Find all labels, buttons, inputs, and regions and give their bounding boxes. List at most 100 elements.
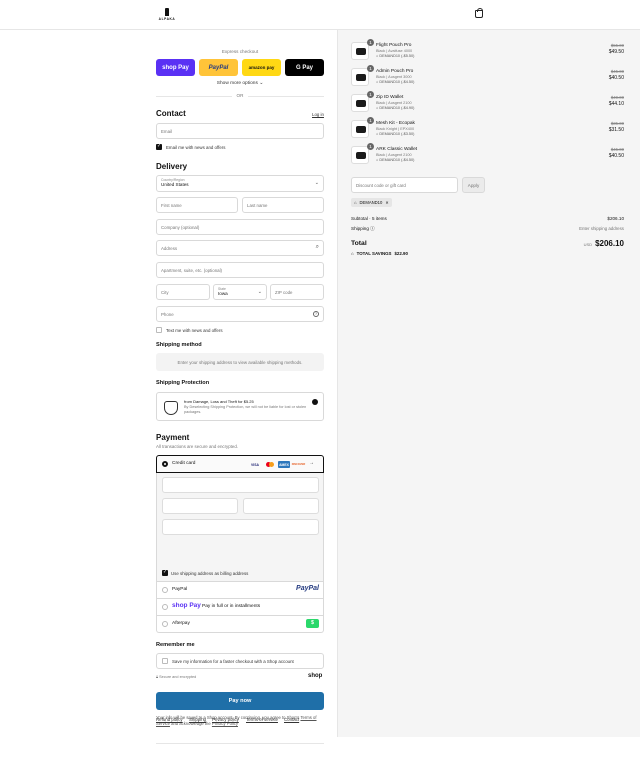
- secure-note: 🔒︎ Secure and encrypted: [156, 675, 196, 679]
- zip-field[interactable]: ZIP code: [270, 284, 324, 300]
- footer-divider: [156, 743, 324, 744]
- shop-pay-option[interactable]: shop Pay Pay in full or in installments: [156, 599, 324, 616]
- product-original-price: $35.00: [610, 121, 624, 126]
- protection-toggle[interactable]: [312, 399, 318, 405]
- shop-pay-button[interactable]: shop Pay: [156, 59, 195, 76]
- amazon-pay-button[interactable]: amazon pay: [242, 59, 281, 76]
- phone-field[interactable]: Phone ?: [156, 306, 324, 322]
- show-more-options[interactable]: Show more options ⌄: [156, 81, 324, 86]
- discount-field[interactable]: Discount code or gift card: [351, 177, 458, 193]
- product-name: Mesh Kit - Ecopak: [376, 121, 415, 126]
- product-discount-text: DEMAND10 (-$3.50): [379, 132, 415, 136]
- currency-code: USD: [583, 242, 593, 247]
- protection-line1: from Damage, Loss and Theft for $5.25: [184, 399, 254, 404]
- paypal-option[interactable]: PayPal PayPal: [156, 582, 324, 599]
- remember-title: Remember me: [156, 642, 195, 648]
- product-image: [356, 100, 366, 107]
- email-field[interactable]: Email: [156, 123, 324, 139]
- remember-checkbox[interactable]: [162, 658, 168, 664]
- product-price: $40.50: [608, 75, 624, 81]
- apartment-field[interactable]: Apartment, suite, etc. (optional): [156, 262, 324, 278]
- text-news-checkbox[interactable]: [156, 327, 162, 333]
- country-value: United States: [161, 182, 189, 187]
- afterpay-option[interactable]: Afterpay $: [156, 616, 324, 633]
- shipping-protection-title: Shipping Protection: [156, 380, 210, 386]
- product-discount: ⌂ DEMAND10 (-$4.50): [376, 80, 414, 84]
- shipping-label: Shipping: [351, 226, 369, 231]
- product-original-price: $45.00: [610, 147, 624, 152]
- close-icon[interactable]: ✕: [385, 200, 389, 205]
- discount-chip: ⌂ DEMAND10 ✕: [351, 198, 392, 207]
- city-field[interactable]: City: [156, 284, 210, 300]
- product-thumbnail: [351, 146, 369, 164]
- chevron-down-icon: ⌄: [257, 289, 262, 295]
- last-name-field[interactable]: Last name: [242, 197, 324, 213]
- shop-pay-text: Pay in full or in installments: [202, 604, 261, 609]
- product-discount: ⌂ DEMAND10 (-$3.50): [376, 132, 414, 136]
- pay-now-button[interactable]: Pay now: [156, 692, 324, 710]
- login-link[interactable]: Log in: [312, 112, 324, 117]
- google-pay-button[interactable]: G Pay: [285, 59, 324, 76]
- total-label: Total: [351, 240, 367, 247]
- country-select[interactable]: Country/Region United States ⌄: [156, 175, 324, 192]
- shipping-protection-box[interactable]: from Damage, Loss and Theft for $5.25 By…: [156, 392, 324, 421]
- discover-icon: DISCOVER: [292, 461, 306, 468]
- paypal-radio[interactable]: [162, 587, 168, 593]
- show-more-label: Show more options: [216, 81, 258, 86]
- zip-placeholder: ZIP code: [275, 289, 293, 295]
- first-name-placeholder: First name: [161, 202, 182, 208]
- credit-card-radio[interactable]: [162, 461, 168, 467]
- product-price: $44.10: [608, 101, 624, 107]
- email-placeholder: Email: [161, 128, 172, 134]
- paypal-button[interactable]: PayPal: [199, 59, 238, 76]
- product-original-price: $55.00: [610, 43, 624, 48]
- email-news-checkbox[interactable]: [156, 143, 162, 150]
- shipping-link[interactable]: Shipping: [189, 717, 206, 722]
- product-image: [356, 126, 366, 133]
- product-name: Zip ID Wallet: [376, 95, 404, 100]
- expiry-field[interactable]: [162, 498, 238, 514]
- product-variant: Black | Avalfuse 4000: [376, 49, 413, 53]
- shipping-method-title: Shipping method: [156, 342, 202, 348]
- remember-box[interactable]: Save my information for a faster checkou…: [156, 653, 324, 669]
- text-news-label: Text me with news and offers: [166, 328, 223, 333]
- address-placeholder: Address: [161, 245, 178, 251]
- product-original-price: $49.00: [610, 95, 624, 100]
- refund-policy-link[interactable]: Refund policy: [156, 717, 183, 722]
- name-on-card-field[interactable]: [162, 519, 319, 535]
- help-icon[interactable]: ?: [313, 311, 319, 317]
- quantity-badge: 1: [367, 65, 374, 72]
- afterpay-radio[interactable]: [162, 621, 168, 627]
- product-variant: Black | Ausgent 2100: [376, 153, 412, 157]
- lock-icon: 🔒︎: [156, 675, 159, 679]
- tag-icon: ⌂: [354, 200, 357, 205]
- shopping-bag-icon[interactable]: [475, 8, 483, 18]
- contact-link[interactable]: Contact: [284, 717, 299, 722]
- privacy-policy-link[interactable]: Privacy policy: [212, 717, 239, 722]
- state-value: Iowa: [218, 291, 228, 296]
- subtotal-value: $206.10: [607, 216, 624, 221]
- company-field[interactable]: Company (optional): [156, 219, 324, 235]
- card-details-panel: Use shipping address as billing address: [156, 473, 324, 582]
- product-image: [356, 74, 366, 81]
- state-select[interactable]: State Iowa ⌄: [213, 284, 267, 300]
- card-number-field[interactable]: [162, 477, 319, 493]
- shipping-method-notice: Enter your shipping address to view avai…: [156, 353, 324, 371]
- brand-logo[interactable]: ALPAKA: [157, 8, 177, 21]
- apply-button[interactable]: Apply: [462, 177, 485, 193]
- email-news-label: Email me with news and offers: [166, 145, 226, 150]
- address-field[interactable]: Address ⌕: [156, 240, 324, 256]
- shop-logo: shop: [308, 673, 323, 679]
- billing-same-checkbox[interactable]: [162, 569, 168, 576]
- express-checkout-title: Express checkout: [221, 49, 259, 54]
- security-code-field[interactable]: [243, 498, 319, 514]
- terms-of-service-link[interactable]: Terms of service: [246, 717, 278, 722]
- info-icon[interactable]: ⓘ: [370, 226, 375, 231]
- first-name-field[interactable]: First name: [156, 197, 238, 213]
- checkout-form: Express checkout shop Pay PayPal amazon …: [0, 30, 337, 765]
- shop-pay-radio[interactable]: [162, 604, 168, 610]
- last-name-placeholder: Last name: [247, 202, 268, 208]
- paypal-label: PayPal: [172, 587, 188, 592]
- pay-now-label: Pay now: [228, 698, 252, 704]
- afterpay-label: Afterpay: [172, 621, 190, 626]
